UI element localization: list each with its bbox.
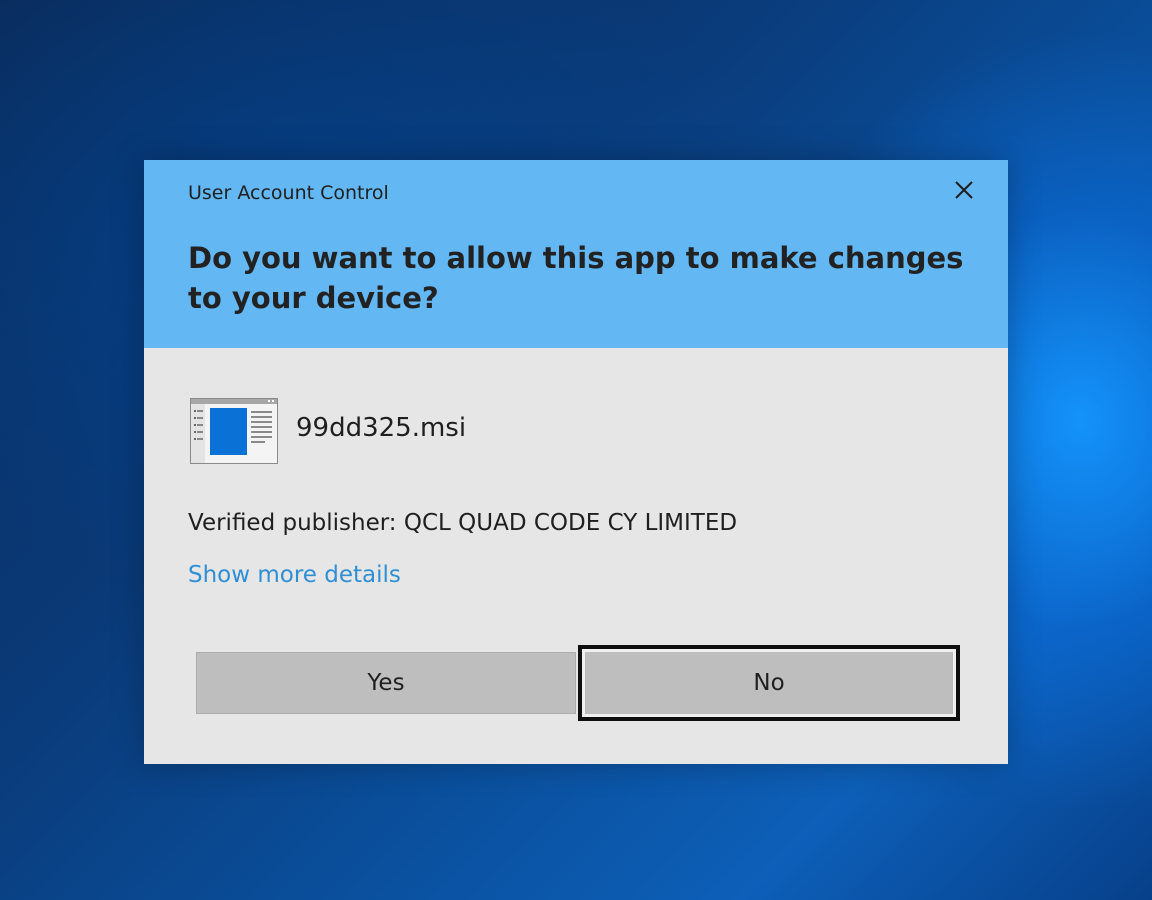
- desktop-background: User Account Control Do you want to allo…: [0, 0, 1152, 900]
- file-name: 99dd325.msi: [296, 413, 467, 443]
- yes-button[interactable]: Yes: [196, 652, 576, 714]
- msi-installer-icon: [190, 398, 278, 464]
- show-more-details-link[interactable]: Show more details: [188, 562, 401, 588]
- no-button[interactable]: No: [578, 645, 960, 721]
- dialog-question: Do you want to allow this app to make ch…: [188, 241, 964, 315]
- close-icon: [955, 181, 973, 199]
- verified-publisher: Verified publisher: QCL QUAD CODE CY LIM…: [188, 510, 738, 536]
- close-button[interactable]: [944, 172, 984, 208]
- dialog-header: User Account Control Do you want to allo…: [144, 160, 1008, 348]
- uac-dialog: User Account Control Do you want to allo…: [144, 160, 1008, 764]
- dialog-title: User Account Control: [188, 182, 389, 204]
